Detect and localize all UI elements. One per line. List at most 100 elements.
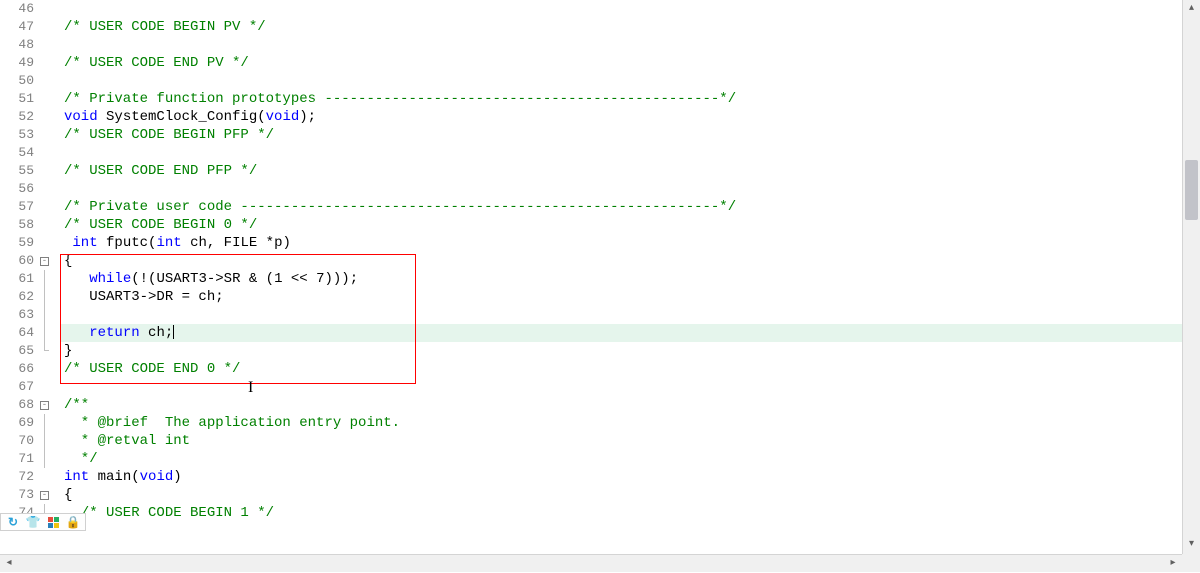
fold-marker[interactable]: -: [40, 252, 60, 270]
line-number: 57: [0, 198, 40, 216]
code-content[interactable]: * @retval int: [60, 432, 1182, 450]
code-line[interactable]: 47 /* USER CODE BEGIN PV */: [0, 18, 1182, 36]
code-content[interactable]: return ch;: [60, 324, 1182, 342]
fold-marker: [40, 342, 60, 360]
lock-icon[interactable]: 🔒: [66, 515, 80, 529]
code-line[interactable]: 73-{: [0, 486, 1182, 504]
fold-marker: [40, 18, 60, 36]
fold-marker[interactable]: -: [40, 486, 60, 504]
code-line[interactable]: 66/* USER CODE END 0 */: [0, 360, 1182, 378]
scroll-down-arrow[interactable]: ▾: [1183, 536, 1200, 554]
code-line[interactable]: 61 while(!(USART3->SR & (1 << 7)));: [0, 270, 1182, 288]
shirt-icon[interactable]: 👕: [26, 515, 40, 529]
fold-marker: [40, 360, 60, 378]
code-line[interactable]: 58 /* USER CODE BEGIN 0 */: [0, 216, 1182, 234]
code-line[interactable]: 59 int fputc(int ch, FILE *p): [0, 234, 1182, 252]
code-content[interactable]: /* USER CODE END PFP */: [60, 162, 1182, 180]
code-line[interactable]: 74 /* USER CODE BEGIN 1 */: [0, 504, 1182, 522]
code-content[interactable]: while(!(USART3->SR & (1 << 7)));: [60, 270, 1182, 288]
code-line[interactable]: 64 return ch;: [0, 324, 1182, 342]
code-content[interactable]: /* USER CODE BEGIN PV */: [60, 18, 1182, 36]
fold-marker: [40, 270, 60, 288]
code-content[interactable]: /* USER CODE BEGIN 1 */: [60, 504, 1182, 522]
line-number: 58: [0, 216, 40, 234]
code-content[interactable]: }: [60, 342, 1182, 360]
code-content[interactable]: [60, 144, 1182, 162]
fold-marker[interactable]: -: [40, 396, 60, 414]
scroll-up-arrow[interactable]: ▴: [1183, 0, 1200, 18]
code-line[interactable]: 48: [0, 36, 1182, 54]
code-line[interactable]: 55 /* USER CODE END PFP */: [0, 162, 1182, 180]
line-number: 65: [0, 342, 40, 360]
code-content[interactable]: int main(void): [60, 468, 1182, 486]
scrollbar-corner: [1182, 554, 1200, 572]
line-number: 52: [0, 108, 40, 126]
code-line[interactable]: 71 */: [0, 450, 1182, 468]
code-line[interactable]: 49/* USER CODE END PV */: [0, 54, 1182, 72]
scroll-left-arrow[interactable]: ◂: [0, 555, 18, 573]
code-line[interactable]: 67: [0, 378, 1182, 396]
line-number: 68: [0, 396, 40, 414]
code-content[interactable]: /* USER CODE END 0 */: [60, 360, 1182, 378]
code-content[interactable]: */: [60, 450, 1182, 468]
fold-marker: [40, 288, 60, 306]
code-line[interactable]: 69 * @brief The application entry point.: [0, 414, 1182, 432]
vertical-scrollbar[interactable]: ▴ ▾: [1182, 0, 1200, 554]
code-line[interactable]: 54: [0, 144, 1182, 162]
fold-marker: [40, 324, 60, 342]
code-content[interactable]: USART3->DR = ch;: [60, 288, 1182, 306]
line-number: 47: [0, 18, 40, 36]
refresh-icon[interactable]: ↻: [6, 515, 20, 529]
code-content[interactable]: {: [60, 486, 1182, 504]
code-line[interactable]: 62 USART3->DR = ch;: [0, 288, 1182, 306]
code-content[interactable]: [60, 72, 1182, 90]
code-line[interactable]: 68-/**: [0, 396, 1182, 414]
code-content[interactable]: int fputc(int ch, FILE *p): [60, 234, 1182, 252]
line-number: 71: [0, 450, 40, 468]
code-content[interactable]: /* Private user code -------------------…: [60, 198, 1182, 216]
code-content[interactable]: [60, 0, 1182, 18]
fold-marker: [40, 234, 60, 252]
line-number: 64: [0, 324, 40, 342]
code-content[interactable]: /* USER CODE BEGIN 0 */: [60, 216, 1182, 234]
line-number: 63: [0, 306, 40, 324]
code-area[interactable]: 4647 /* USER CODE BEGIN PV */4849/* USER …: [0, 0, 1182, 554]
line-number: 55: [0, 162, 40, 180]
line-number: 53: [0, 126, 40, 144]
fold-marker: [40, 108, 60, 126]
line-number: 67: [0, 378, 40, 396]
code-content[interactable]: [60, 306, 1182, 324]
fold-marker: [40, 450, 60, 468]
code-line[interactable]: 52 void SystemClock_Config(void);: [0, 108, 1182, 126]
code-line[interactable]: 70 * @retval int: [0, 432, 1182, 450]
code-line[interactable]: 60-{: [0, 252, 1182, 270]
code-line[interactable]: 63: [0, 306, 1182, 324]
fold-marker: [40, 414, 60, 432]
code-content[interactable]: /* USER CODE BEGIN PFP */: [60, 126, 1182, 144]
fold-marker: [40, 162, 60, 180]
line-number: 46: [0, 0, 40, 18]
code-content[interactable]: /* Private function prototypes ---------…: [60, 90, 1182, 108]
code-content[interactable]: [60, 36, 1182, 54]
code-line[interactable]: 46: [0, 0, 1182, 18]
code-content[interactable]: [60, 180, 1182, 198]
code-content[interactable]: /* USER CODE END PV */: [60, 54, 1182, 72]
code-line[interactable]: 72int main(void): [0, 468, 1182, 486]
vertical-scroll-thumb[interactable]: [1185, 160, 1198, 220]
fold-marker: [40, 216, 60, 234]
code-line[interactable]: 50: [0, 72, 1182, 90]
code-line[interactable]: 53 /* USER CODE BEGIN PFP */: [0, 126, 1182, 144]
line-number: 62: [0, 288, 40, 306]
code-line[interactable]: 51/* Private function prototypes -------…: [0, 90, 1182, 108]
code-line[interactable]: 57 /* Private user code -----------------…: [0, 198, 1182, 216]
code-content[interactable]: /**: [60, 396, 1182, 414]
code-content[interactable]: void SystemClock_Config(void);: [60, 108, 1182, 126]
code-line[interactable]: 56: [0, 180, 1182, 198]
scroll-right-arrow[interactable]: ▸: [1164, 555, 1182, 573]
grid-icon[interactable]: [46, 515, 60, 529]
code-content[interactable]: * @brief The application entry point.: [60, 414, 1182, 432]
code-content[interactable]: [60, 378, 1182, 396]
code-content[interactable]: {: [60, 252, 1182, 270]
horizontal-scrollbar[interactable]: ◂ ▸: [0, 554, 1182, 572]
code-line[interactable]: 65}: [0, 342, 1182, 360]
